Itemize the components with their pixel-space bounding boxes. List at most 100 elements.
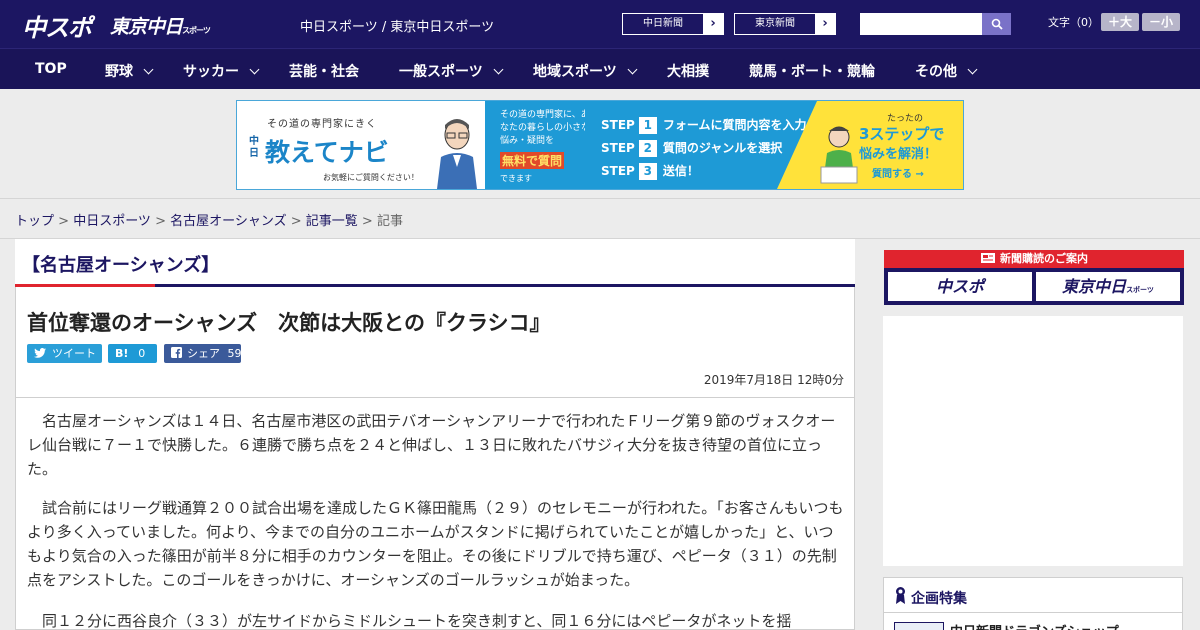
font-size-label: 文字（0）: [1048, 16, 1099, 29]
search-icon: [991, 18, 1003, 30]
feature-thumbnail[interactable]: [894, 622, 944, 630]
ad-laptop-person-icon: [820, 126, 858, 184]
nav-item-label: 一般スポーツ: [399, 64, 483, 80]
subscription-header-label: 新聞購読のご案内: [1000, 252, 1088, 265]
chevron-down-icon: [627, 64, 638, 75]
nav-item-entertainment[interactable]: 芸能・社会: [289, 61, 359, 81]
chevron-down-icon: [143, 64, 154, 75]
ad-step-text: 送信！: [662, 164, 699, 178]
feature-section: 企画特集 中日新聞ドラゴンズショップ: [883, 577, 1183, 630]
ad-step-number: 3: [638, 163, 657, 180]
subscription-box: 新聞購読のご案内 中スポ 東京中日スポーツ: [884, 250, 1184, 305]
newspaper-icon: [981, 253, 995, 263]
breadcrumb-chunichi-sports[interactable]: 中日スポーツ: [73, 214, 151, 229]
breadcrumb-nagoya-oceans[interactable]: 名古屋オーシャンズ: [170, 214, 286, 229]
font-smaller-button[interactable]: －小: [1142, 13, 1180, 31]
ad-free-question: 無料で質問: [500, 152, 565, 169]
breadcrumb-top[interactable]: トップ: [15, 214, 54, 229]
ad-step-word: STEP: [601, 164, 635, 178]
site-header: 中スポ 東京中日スポーツ 中日スポーツ / 東京中日スポーツ 中日新聞 › 東京…: [0, 0, 1200, 48]
nav-item-label: 競馬・ボート・競輪: [749, 64, 875, 80]
ad-step-text: 質問のジャンルを選択: [662, 141, 783, 155]
nav-item-label: 大相撲: [667, 64, 709, 80]
nav-item-soccer[interactable]: サッカー: [183, 61, 260, 81]
breadcrumb-separator: >: [150, 214, 171, 229]
ad-left-panel: その道の専門家にきく 中日 教えてナビ お気軽にご質問ください！: [237, 101, 485, 189]
facebook-icon: [171, 347, 182, 358]
ad-title: 教えてナビ: [265, 138, 389, 167]
nav-item-label: 地域スポーツ: [533, 64, 617, 80]
nav-item-label: その他: [915, 64, 957, 80]
article: 首位奪還のオーシャンズ 次節は大阪との『クラシコ』 ツイート B! 0 シェア …: [15, 287, 855, 630]
nav-item-label: サッカー: [183, 64, 239, 80]
nav-item-baseball[interactable]: 野球: [105, 61, 154, 81]
hatena-bookmark-count: 0: [138, 347, 146, 360]
main-nav: TOP 野球 サッカー 芸能・社会 一般スポーツ 地域スポーツ 大相撲 競馬・ボ…: [0, 48, 1200, 89]
article-date: 2019年7月18日 12時0分: [703, 373, 844, 387]
nav-item-label: TOP: [35, 61, 67, 77]
chuspo-logo[interactable]: 中スポ: [22, 8, 92, 43]
article-paragraph: 試合前にはリーグ戦通算２００試合出場を達成したＧＫ篠田龍馬（２９）のセレモニーが…: [27, 499, 844, 589]
search-input[interactable]: [860, 13, 982, 35]
nav-item-label: 野球: [105, 64, 133, 80]
ad-right-big2: 悩みを解消！: [859, 147, 938, 162]
breadcrumb: トップ > 中日スポーツ > 名古屋オーシャンズ > 記事一覧 > 記事: [15, 210, 403, 229]
ad-brand-small: 中日: [249, 136, 259, 159]
breadcrumb-separator: >: [286, 214, 306, 229]
site-links[interactable]: 中日スポーツ / 東京中日スポーツ: [300, 16, 494, 35]
ad-step-number: 1: [638, 117, 657, 134]
nav-item-regional-sports[interactable]: 地域スポーツ: [533, 61, 638, 81]
facebook-share-button[interactable]: シェア 59: [164, 344, 242, 363]
ad-step-2: STEP 2 質問のジャンルを選択: [601, 139, 782, 157]
feature-divider: [884, 612, 1182, 613]
article-paragraph: 名古屋オーシャンズは１４日、名古屋市港区の武田テバオーシャンアリーナで行われたＦ…: [27, 412, 836, 478]
ad-tagline: その道の専門家にきく: [267, 119, 377, 130]
nav-item-label: 芸能・社会: [289, 64, 359, 80]
nav-item-sumo[interactable]: 大相撲: [667, 61, 709, 81]
ad-step-word: STEP: [601, 141, 635, 155]
breadcrumb-current: 記事: [376, 214, 403, 229]
nav-item-top[interactable]: TOP: [35, 61, 67, 77]
ad-area: その道の専門家にきく 中日 教えてナビ お気軽にご質問ください！ その道の専門家…: [0, 89, 1200, 199]
feature-link-dragons-shop[interactable]: 中日新聞ドラゴンズショップ: [950, 621, 1119, 630]
ad-mid-panel: その道の専門家に、あなたの暮らしの小さな悩み・疑問を 無料で質問 できます: [485, 101, 590, 189]
main-column: 【名古屋オーシャンズ】 首位奪還のオーシャンズ 次節は大阪との『クラシコ』 ツイ…: [15, 239, 855, 630]
tokyo-chunichi-logo[interactable]: 東京中日スポーツ: [110, 12, 211, 39]
chevron-down-icon: [249, 64, 260, 75]
nav-item-other[interactable]: その他: [915, 61, 978, 81]
ribbon-award-icon: [896, 587, 905, 604]
subscribe-chuspo-logo[interactable]: 中スポ: [888, 272, 1032, 301]
nav-item-general-sports[interactable]: 一般スポーツ: [399, 61, 504, 81]
hatena-bookmark-icon: B!: [115, 347, 129, 360]
ad-step-number: 2: [638, 140, 657, 157]
tokyo-logo-sub: スポーツ: [182, 26, 211, 35]
breadcrumb-article-list[interactable]: 記事一覧: [306, 214, 358, 229]
subscribe-tokyo-logo-text: 東京中日: [1062, 277, 1127, 296]
tokyo-shimbun-button[interactable]: 東京新聞 ›: [734, 13, 836, 35]
article-body-divider: [16, 397, 854, 398]
sidebar-ad-slot: [883, 316, 1183, 566]
nav-item-racing[interactable]: 競馬・ボート・競輪: [749, 61, 875, 81]
font-larger-button[interactable]: ＋大: [1101, 13, 1139, 31]
article-paragraph: 同１２分に西谷良介（３３）が左サイドからミドルシュートを突き刺すと、同１６分には…: [42, 612, 792, 630]
oshiete-navi-ad[interactable]: その道の専門家にきく 中日 教えてナビ お気軽にご質問ください！ その道の専門家…: [236, 100, 964, 190]
tokyo-logo-text: 東京中日: [110, 16, 183, 38]
tweet-button[interactable]: ツイート: [27, 344, 102, 363]
hatena-bookmark-button[interactable]: B! 0: [108, 344, 157, 363]
ad-step-1: STEP 1 フォームに質問内容を入力: [601, 116, 806, 134]
chevron-down-icon: [967, 64, 978, 75]
twitter-bird-icon: [34, 348, 46, 358]
ad-step-word: STEP: [601, 118, 635, 132]
subscription-header: 新聞購読のご案内: [884, 250, 1184, 268]
ad-mid-sub: できます: [500, 174, 532, 183]
ad-right-big: 3ステップで: [859, 125, 945, 143]
category-title: 【名古屋オーシャンズ】: [22, 255, 220, 276]
chevron-right-icon: ›: [815, 14, 835, 34]
facebook-share-label: シェア: [187, 347, 220, 360]
article-headline: 首位奪還のオーシャンズ 次節は大阪との『クラシコ』: [27, 311, 551, 335]
chunichi-shimbun-button[interactable]: 中日新聞 ›: [622, 13, 724, 35]
chunichi-shimbun-label: 中日新聞: [623, 14, 703, 34]
tweet-label: ツイート: [52, 347, 96, 360]
search-button[interactable]: [982, 13, 1011, 35]
subscribe-tokyo-chunichi-logo[interactable]: 東京中日スポーツ: [1036, 272, 1180, 301]
